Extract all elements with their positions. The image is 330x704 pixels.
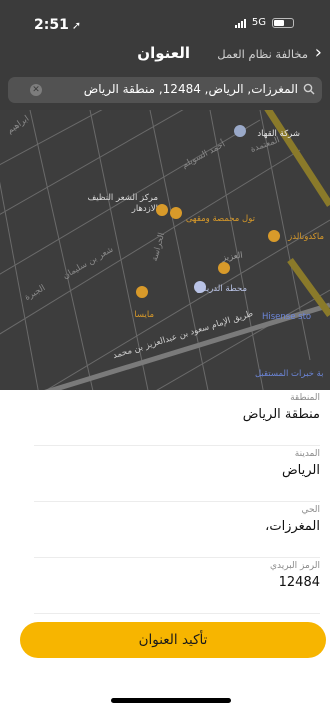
back-chevron-icon[interactable]: ‹ xyxy=(315,44,322,62)
postal-code-field: الرمز البريدي 12484 xyxy=(34,558,320,614)
map-poi[interactable]: مركز الشعر النظيف الازدهار xyxy=(86,193,158,215)
restaurant-pin-icon[interactable] xyxy=(170,207,182,219)
field-value: الرياض xyxy=(281,463,320,478)
map-poi[interactable]: Hisense sto xyxy=(262,312,311,322)
home-indicator xyxy=(111,698,231,703)
map-overlay-area: 2:51 ➚ 5G ‹ مخالفة نظام العمل العنوان الم… xyxy=(0,0,330,390)
address-details: المنطقة منطقة الرياض المدينة الرياض الحي… xyxy=(0,390,330,614)
search-input[interactable]: المغرزات, الرياض, 12484, منطقة الرياض xyxy=(84,82,298,96)
clear-icon[interactable]: ✕ xyxy=(30,84,42,96)
nav-link[interactable]: مخالفة نظام العمل xyxy=(217,47,308,61)
map-view[interactable]: شركة القهاد مركز الشعر النظيف الازدهار ت… xyxy=(0,110,330,390)
field-value: 12484 xyxy=(278,575,320,590)
page-title: العنوان xyxy=(137,44,190,62)
field-label: الحي xyxy=(301,505,320,515)
battery-level xyxy=(274,19,284,26)
search-icon xyxy=(303,83,315,95)
field-label: المنطقة xyxy=(290,393,320,403)
field-label: الرمز البريدي xyxy=(269,561,320,571)
map-poi[interactable]: ماكدونالدز xyxy=(288,232,324,242)
confirm-address-button[interactable]: تأكيد العنوان xyxy=(20,622,326,658)
map-poi[interactable]: بة خبرات المستقبل xyxy=(255,369,324,379)
signal-icon xyxy=(234,18,246,28)
field-value: منطقة الرياض xyxy=(242,407,320,422)
street-map xyxy=(0,110,330,390)
restaurant-pin-icon[interactable] xyxy=(268,230,280,242)
region-field: المنطقة منطقة الرياض xyxy=(34,390,320,446)
transit-pin-icon[interactable] xyxy=(194,281,206,293)
map-poi[interactable]: مايسا xyxy=(134,310,154,320)
status-bar: 2:51 ➚ 5G xyxy=(0,0,330,40)
nav-bar: ‹ مخالفة نظام العمل العنوان xyxy=(0,42,330,68)
status-indicators: 5G xyxy=(234,17,294,28)
network-type: 5G xyxy=(251,17,266,28)
battery-icon xyxy=(272,17,294,28)
district-field: الحي المغرزات، xyxy=(34,502,320,558)
city-field: المدينة الرياض xyxy=(34,446,320,502)
shop-pin-icon[interactable] xyxy=(234,125,246,137)
map-poi[interactable]: تول محمصة ومقهى xyxy=(186,214,255,224)
field-label: المدينة xyxy=(294,449,320,459)
location-arrow-icon: ➚ xyxy=(71,19,82,32)
restaurant-pin-icon[interactable] xyxy=(218,262,230,274)
status-time: 2:51 ➚ xyxy=(34,17,82,33)
shop-pin-icon[interactable] xyxy=(136,286,148,298)
shop-pin-icon[interactable] xyxy=(156,204,168,216)
search-bar[interactable]: المغرزات, الرياض, 12484, منطقة الرياض ✕ xyxy=(8,77,322,103)
field-value: المغرزات، xyxy=(265,519,320,534)
